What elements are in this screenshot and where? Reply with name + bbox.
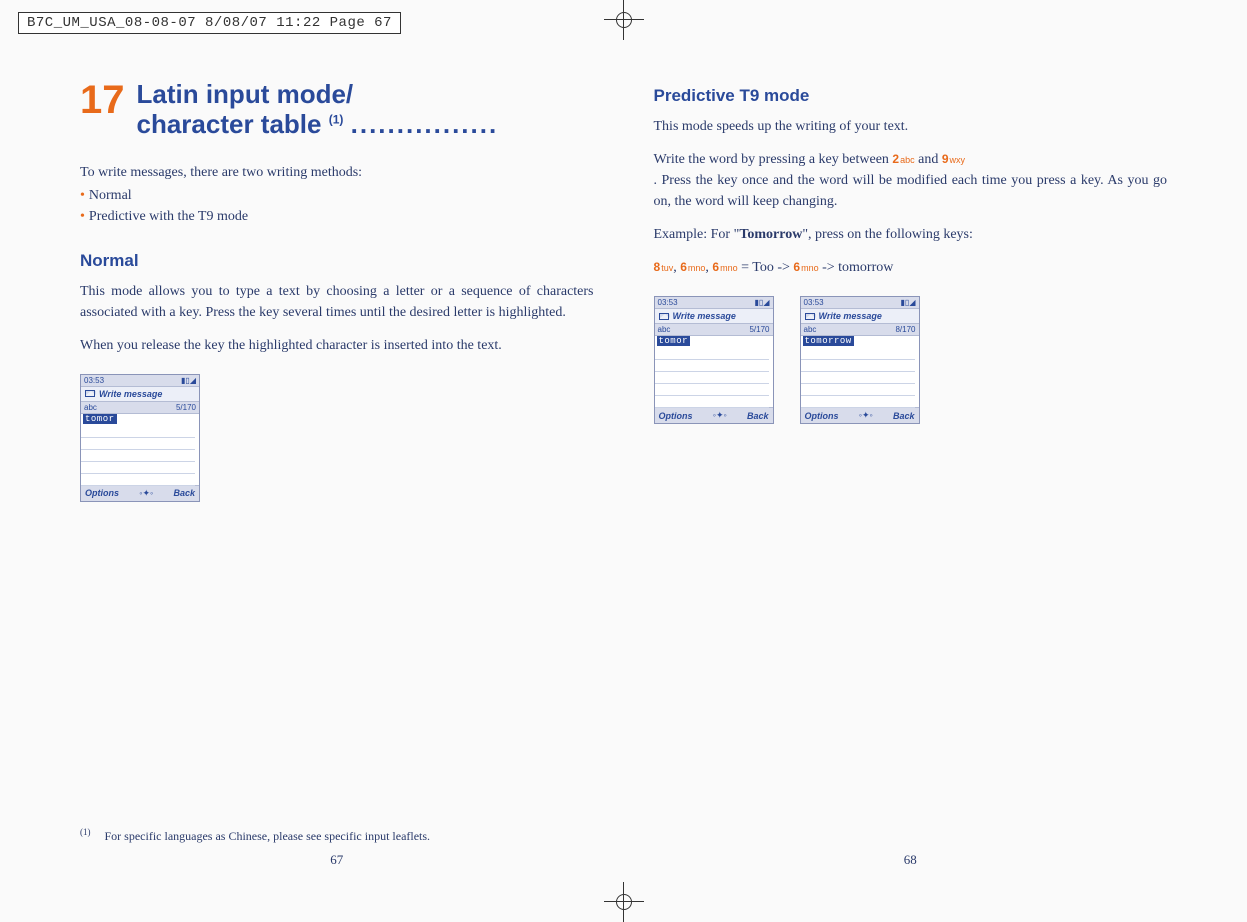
- input-mode: abc: [804, 325, 817, 334]
- t9-p2-a: Write the word by pressing a key between: [654, 152, 893, 167]
- crop-header: B7C_UM_USA_08-08-07 8/08/07 11:22 Page 6…: [18, 12, 401, 34]
- heading-normal: Normal: [80, 251, 594, 271]
- softkey-options: Options: [85, 488, 119, 498]
- t9-paragraph-1: This mode speeds up the writing of your …: [654, 116, 1168, 137]
- typed-text: tomor: [83, 414, 117, 424]
- typed-text: tomor: [657, 336, 691, 346]
- phone-title-text: Write message: [99, 389, 162, 399]
- nav-icon: ◦✦◦: [713, 410, 727, 421]
- key-6-icon-3: 6mno: [793, 260, 818, 274]
- phone-screen-title: Write message: [801, 309, 919, 324]
- t9-ex-word: Tomorrow: [739, 227, 802, 242]
- chapter-title-dots: ................: [351, 109, 499, 139]
- crop-mark-bottom: [604, 882, 644, 922]
- bullet-t9: •Predictive with the T9 mode: [80, 206, 594, 227]
- softkey-options: Options: [805, 411, 839, 421]
- page-67: 17 Latin input mode/ character table (1)…: [80, 80, 594, 872]
- t9-key-sequence: 8tuv, 6mno, 6mno = Too -> 6mno -> tomorr…: [654, 257, 1168, 278]
- phone-text-area: tomor: [655, 336, 773, 408]
- chapter-title-line1: Latin input mode/: [137, 79, 354, 109]
- t9-ex-c: ", press on the following keys:: [802, 227, 973, 242]
- footnote: (1) For specific languages as Chinese, pl…: [80, 827, 430, 844]
- key-6-icon: 6mno: [680, 260, 705, 274]
- phone-screen-title: Write message: [81, 387, 199, 402]
- crop-mark-top: [604, 0, 644, 40]
- char-counter: 8/170: [895, 325, 915, 334]
- envelope-icon: [805, 313, 815, 320]
- char-counter: 5/170: [749, 325, 769, 334]
- t9-p2-b: and: [918, 152, 942, 167]
- phone-status-bar: 03:53 ▮▯◢: [801, 297, 919, 309]
- nav-icon: ◦✦◦: [859, 410, 873, 421]
- phone-screenshot-t9-step1: 03:53 ▮▯◢ Write message abc 5/170 tomor …: [654, 296, 774, 424]
- t9-p2-c: . Press the key once and the word will b…: [654, 173, 1168, 209]
- phone-mode-bar: abc 5/170: [81, 402, 199, 414]
- softkey-back: Back: [893, 411, 915, 421]
- normal-paragraph-2: When you release the key the highlighted…: [80, 335, 594, 356]
- char-counter: 5/170: [176, 403, 196, 412]
- phone-status-bar: 03:53 ▮▯◢: [81, 375, 199, 387]
- input-mode: abc: [84, 403, 97, 412]
- seq-arrow: -> tomorrow: [822, 260, 893, 275]
- phone-screen-title: Write message: [655, 309, 773, 324]
- key-6-icon-2: 6mno: [712, 260, 737, 274]
- page-number-67: 67: [330, 852, 343, 868]
- intro-text: To write messages, there are two writing…: [80, 162, 594, 183]
- nav-icon: ◦✦◦: [139, 488, 153, 499]
- normal-paragraph-1: This mode allows you to type a text by c…: [80, 281, 594, 323]
- t9-example-line: Example: For "Tomorrow", press on the fo…: [654, 224, 1168, 245]
- footnote-text: For specific languages as Chinese, pleas…: [105, 829, 431, 843]
- t9-ex-a: Example: For ": [654, 227, 740, 242]
- signal-icon: ▮▯◢: [755, 298, 770, 307]
- softkey-back: Back: [747, 411, 769, 421]
- phone-time: 03:53: [84, 376, 104, 385]
- heading-t9: Predictive T9 mode: [654, 86, 1168, 106]
- phone-title-text: Write message: [819, 311, 882, 321]
- page-68: Predictive T9 mode This mode speeds up t…: [654, 80, 1168, 872]
- key-8-icon: 8tuv: [654, 260, 674, 274]
- phone-title-text: Write message: [673, 311, 736, 321]
- phone-status-bar: 03:53 ▮▯◢: [655, 297, 773, 309]
- chapter-number: 17: [80, 80, 125, 120]
- phone-screenshot-t9-step2: 03:53 ▮▯◢ Write message abc 8/170 tomorr…: [800, 296, 920, 424]
- chapter-title-footnote-mark: (1): [329, 112, 344, 126]
- key-9-icon: 9wxy: [942, 152, 965, 166]
- envelope-icon: [659, 313, 669, 320]
- phone-text-area: tomorrow: [801, 336, 919, 408]
- typed-text: tomorrow: [803, 336, 854, 346]
- phone-time: 03:53: [658, 298, 678, 307]
- footnote-mark: (1): [80, 827, 91, 837]
- input-mode: abc: [658, 325, 671, 334]
- signal-icon: ▮▯◢: [181, 376, 196, 385]
- chapter-heading: 17 Latin input mode/ character table (1)…: [80, 80, 594, 140]
- envelope-icon: [85, 390, 95, 397]
- phone-screenshot-normal: 03:53 ▮▯◢ Write message abc 5/170 tomor …: [80, 374, 200, 502]
- page-number-68: 68: [904, 852, 917, 868]
- seq-eq: = Too ->: [741, 260, 790, 275]
- signal-icon: ▮▯◢: [901, 298, 916, 307]
- phone-time: 03:53: [804, 298, 824, 307]
- softkey-options: Options: [659, 411, 693, 421]
- phone-mode-bar: abc 8/170: [801, 324, 919, 336]
- chapter-title-line2: character table: [137, 109, 322, 139]
- bullet-t9-label: Predictive with the T9 mode: [89, 209, 248, 224]
- bullet-normal: •Normal: [80, 185, 594, 206]
- phone-text-area: tomor: [81, 414, 199, 486]
- phone-softkey-bar: Options ◦✦◦ Back: [81, 486, 199, 501]
- phone-softkey-bar: Options ◦✦◦ Back: [801, 408, 919, 423]
- phone-mode-bar: abc 5/170: [655, 324, 773, 336]
- chapter-title: Latin input mode/ character table (1) ..…: [137, 80, 499, 140]
- softkey-back: Back: [173, 488, 195, 498]
- phone-softkey-bar: Options ◦✦◦ Back: [655, 408, 773, 423]
- bullet-normal-label: Normal: [89, 188, 132, 203]
- key-2-icon: 2abc: [892, 152, 914, 166]
- t9-paragraph-2: Write the word by pressing a key between…: [654, 149, 1168, 212]
